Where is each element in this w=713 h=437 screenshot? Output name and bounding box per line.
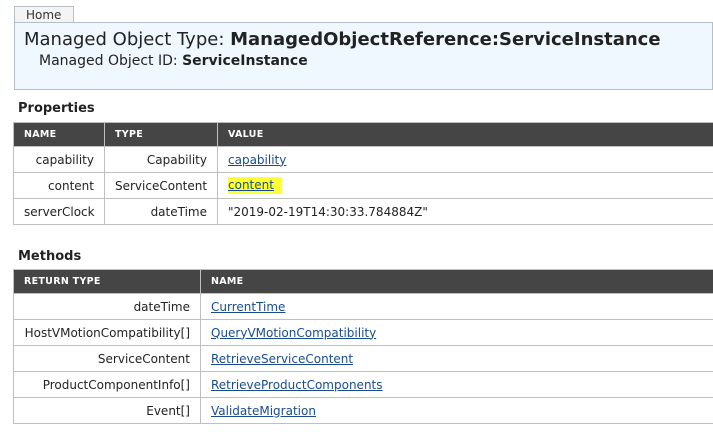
- validate-migration-link[interactable]: ValidateMigration: [211, 404, 316, 418]
- method-return-type: ProductComponentInfo[]: [13, 371, 201, 398]
- method-return-type: HostVMotionCompatibility[]: [13, 319, 201, 346]
- table-row: dateTime CurrentTime: [13, 293, 713, 320]
- property-name: content: [13, 172, 105, 199]
- table-row: ProductComponentInfo[] RetrieveProductCo…: [13, 371, 713, 398]
- content-link[interactable]: content: [228, 178, 274, 192]
- column-header-type: TYPE: [104, 122, 218, 147]
- property-value-cell: content: [217, 172, 713, 199]
- retrieve-service-content-link[interactable]: RetrieveServiceContent: [211, 352, 353, 366]
- table-row: content ServiceContent content: [13, 172, 713, 199]
- table-row: HostVMotionCompatibility[] QueryVMotionC…: [13, 319, 713, 346]
- property-type: Capability: [104, 146, 218, 173]
- current-time-link[interactable]: CurrentTime: [211, 300, 285, 314]
- property-name: serverClock: [13, 198, 105, 225]
- retrieve-product-components-link[interactable]: RetrieveProductComponents: [211, 378, 383, 392]
- capability-link[interactable]: capability: [228, 153, 286, 167]
- highlight-marker: content: [228, 177, 282, 194]
- table-row: capability Capability capability: [13, 146, 713, 173]
- method-name-cell: RetrieveProductComponents: [200, 371, 713, 398]
- property-type: dateTime: [104, 198, 218, 225]
- id-prefix: Managed Object ID:: [39, 53, 183, 69]
- column-header-value: VALUE: [217, 122, 713, 147]
- methods-table: RETURN TYPE NAME dateTime CurrentTime Ho…: [13, 269, 713, 424]
- method-return-type: Event[]: [13, 397, 201, 424]
- type-value: ManagedObjectReference:ServiceInstance: [230, 29, 661, 50]
- property-value-cell: capability: [217, 146, 713, 173]
- query-vmotion-compatibility-link[interactable]: QueryVMotionCompatibility: [211, 326, 376, 340]
- managed-object-id: Managed Object ID: ServiceInstance: [39, 53, 308, 69]
- column-header-return-type: RETURN TYPE: [13, 269, 201, 294]
- id-value: ServiceInstance: [182, 53, 308, 69]
- column-header-method-name: NAME: [200, 269, 713, 294]
- table-row: Event[] ValidateMigration: [13, 397, 713, 424]
- property-type: ServiceContent: [104, 172, 218, 199]
- object-header: Managed Object Type: ManagedObjectRefere…: [14, 22, 713, 90]
- methods-title: Methods: [18, 249, 82, 264]
- properties-header-row: NAME TYPE VALUE: [13, 122, 713, 147]
- column-header-name: NAME: [13, 122, 105, 147]
- methods-header-row: RETURN TYPE NAME: [13, 269, 713, 294]
- method-return-type: ServiceContent: [13, 345, 201, 372]
- property-value: "2019-02-19T14:30:33.784884Z": [217, 198, 713, 225]
- type-prefix: Managed Object Type:: [24, 29, 231, 50]
- table-row: ServiceContent RetrieveServiceContent: [13, 345, 713, 372]
- property-name: capability: [13, 146, 105, 173]
- managed-object-type: Managed Object Type: ManagedObjectRefere…: [24, 29, 661, 50]
- method-name-cell: CurrentTime: [200, 293, 713, 320]
- table-row: serverClock dateTime "2019-02-19T14:30:3…: [13, 198, 713, 225]
- method-name-cell: QueryVMotionCompatibility: [200, 319, 713, 346]
- method-return-type: dateTime: [13, 293, 201, 320]
- method-name-cell: RetrieveServiceContent: [200, 345, 713, 372]
- properties-table: NAME TYPE VALUE capability Capability ca…: [13, 122, 713, 225]
- home-tab[interactable]: Home: [14, 6, 75, 23]
- properties-title: Properties: [18, 101, 95, 116]
- method-name-cell: ValidateMigration: [200, 397, 713, 424]
